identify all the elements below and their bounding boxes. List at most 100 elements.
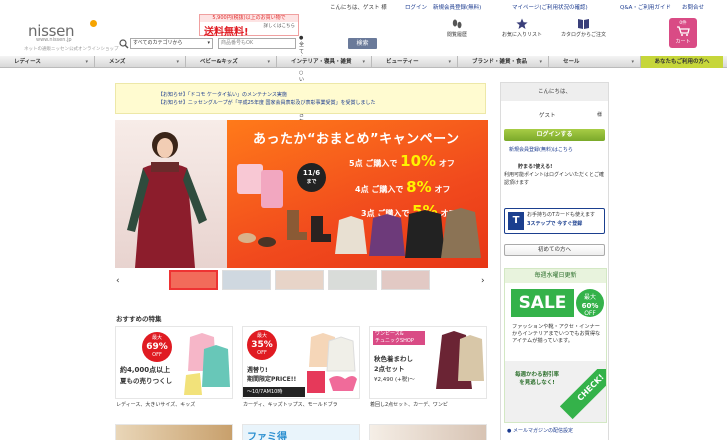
nav-brand[interactable]: ブランド・雑貨・食品	[458, 56, 549, 68]
logo-domain: www.nissen.jp	[36, 37, 72, 43]
nav-beginner-guide[interactable]: あなたもご利用の方へ	[641, 56, 723, 68]
feature-card-4[interactable]	[115, 424, 233, 440]
sale-bottom-text: 毎週かわる割引率を見逃しなく!	[514, 372, 559, 386]
category-nav: レディース メンズ ベビー&キッズ インテリア・寝具・雑貨 ビューティー ブラン…	[0, 56, 727, 68]
feature-card-3[interactable]: ワンピース& チュニックSHOP 秋色着まわし 2点セット ¥2,490 (+税…	[369, 326, 487, 399]
carousel-thumbnails	[115, 270, 488, 290]
check-ribbon: CHECK!	[560, 369, 606, 421]
badge-top: ワンピース&	[375, 331, 404, 337]
badge-off: OFF	[152, 352, 162, 358]
sidebar-register-link[interactable]: 新規会員登録(無料)はこちら	[509, 146, 573, 153]
beginner-guide-button[interactable]: 初めての方へ	[504, 244, 605, 256]
nav-sale[interactable]: セール	[549, 56, 641, 68]
card-clothes-illustration	[436, 331, 484, 389]
discount-badge: 最大 35% OFF	[247, 330, 277, 360]
logo[interactable]: nissen www.nissen.jp ネットの通販ニッセン公式オンラインショ…	[24, 20, 119, 52]
feature-card-1[interactable]: 最大 69% OFF 約4,000点以上 夏もの売りつくし	[115, 326, 233, 399]
card-text-1: 秋色着まわし	[374, 355, 413, 363]
free-shipping-banner[interactable]: 5,900円(税抜)以上のお買い物で 送料無料! 詳しくはこちら	[199, 14, 299, 38]
history-label: 閲覧履歴	[447, 32, 468, 38]
shop-badge: ワンピース& チュニックSHOP	[373, 331, 425, 345]
nav-baby-kids[interactable]: ベビー&キッズ	[186, 56, 277, 68]
sale-bottom-panel: 毎週かわる割引率を見逃しなく! CHECK!	[505, 361, 606, 422]
history-link[interactable]: 閲覧履歴	[447, 18, 467, 38]
mail-magazine-link[interactable]: ● メールマガジンの配信設定	[507, 427, 573, 434]
sidebar-greeting: こんにちは、	[501, 83, 608, 101]
notice-line-2[interactable]: 【お知らせ】ニッセングループが「平成25年度 国家会員表彰及び表彰事業受賞」を受…	[158, 99, 485, 107]
card-text-3: ¥2,490 (+税)〜	[374, 377, 415, 383]
badge-top: 最大	[151, 335, 162, 341]
tpoint-line-2: 3ステップで 今すぐ登録	[527, 221, 583, 227]
feature-card-6[interactable]	[369, 424, 487, 440]
cart-icon	[677, 26, 690, 36]
card-text-2: 夏もの売りつくし	[120, 377, 173, 385]
badge-top: 最大	[256, 333, 267, 339]
hero-model-photo	[115, 120, 227, 268]
qa-link[interactable]: Q&A・ご利用ガイド	[620, 3, 671, 11]
feature-card-2[interactable]: 最大 35% OFF 週替り! 期間限定PRICE!! 〜10/7AM10時	[242, 326, 360, 399]
card-text-1: 週替り!	[247, 367, 268, 374]
cart-button[interactable]: 0件 カート	[669, 18, 697, 48]
card-text-1: 約4,000点以上	[120, 366, 171, 374]
nav-interior[interactable]: インテリア・寝具・雑貨	[277, 56, 372, 68]
category-select[interactable]: すべてのカテゴリから	[130, 38, 213, 49]
weekly-update-label: 毎週水曜日更新	[505, 269, 606, 283]
tpoint-line-1: お手持ちのTカードも使えます	[527, 212, 596, 218]
card-text-3: 〜10/7AM10時	[243, 387, 305, 397]
model-illustration	[127, 132, 207, 268]
carousel-thumb[interactable]	[328, 270, 377, 290]
logo-dot	[90, 20, 97, 27]
tpoint-banner[interactable]: T お手持ちのTカードも使えます 3ステップで 今すぐ登録	[504, 208, 605, 234]
feature-card-5[interactable]: ファミ得	[242, 424, 360, 440]
nav-ladies[interactable]: レディース	[0, 56, 95, 68]
check-label: CHECK!	[560, 369, 606, 420]
badge-pct: 69%	[146, 342, 168, 352]
catalog-order-link[interactable]: カタログからご注文	[561, 18, 606, 38]
carousel-thumb[interactable]	[381, 270, 430, 290]
hero-campaign-panel: あったか“おまとめ”キャンペーン 5点 ご購入で 10% オフ 4点 ご購入で …	[227, 120, 488, 268]
mail-magazine-label: メールマガジンの配信設定	[512, 428, 573, 434]
contact-link[interactable]: お問合せ	[682, 3, 704, 11]
register-link[interactable]: 新規会員登録(無料)	[433, 3, 481, 11]
footprints-icon	[452, 19, 462, 29]
sidebar-guest: ゲスト	[539, 113, 556, 119]
badge-off: OFF	[257, 350, 267, 356]
card-caption-3[interactable]: 着回し2点セット、カーデ、ワンピ	[370, 401, 448, 408]
sale-off-label: OFF	[584, 310, 596, 317]
card-clothes-illustration	[184, 333, 230, 395]
card-text-2: 期間限定PRICE!!	[247, 376, 297, 383]
nav-beauty[interactable]: ビューティー	[372, 56, 458, 68]
search-icon	[119, 39, 129, 49]
mypage-link[interactable]: マイページ(ご利用状況の確認)	[512, 3, 588, 11]
sale-off-pct: 60%	[581, 302, 599, 310]
login-link[interactable]: ログイン	[405, 3, 427, 11]
points-box: 貯まる!使える! 利用可能ポイントはログインいただくとご確認頂けます	[504, 163, 605, 203]
card-caption-2[interactable]: カーディ、キッズトップス、モールドブラ	[243, 401, 338, 408]
carousel-thumb[interactable]	[275, 270, 324, 290]
favorites-label: お気に入りリスト	[502, 32, 543, 38]
sidebar: こんにちは、 ゲスト 様 ログインする 新規会員登録(無料)はこちら 貯まる!使…	[500, 82, 609, 440]
sidebar-login-button[interactable]: ログインする	[504, 129, 605, 141]
logo-tagline: ネットの通販ニッセン公式オンラインショップ	[24, 47, 119, 52]
hero-banner[interactable]: あったか“おまとめ”キャンペーン 5点 ご購入で 10% オフ 4点 ご購入で …	[115, 120, 488, 268]
discount-badge: 最大 69% OFF	[142, 332, 172, 362]
catalog-icon	[578, 19, 589, 29]
notice-line-1[interactable]: 【お知らせ】「ドコモ ケータイ払い」のメンテナンス実施	[158, 91, 485, 99]
carousel-thumb[interactable]	[222, 270, 271, 290]
shipping-free-text: 送料無料!	[204, 27, 249, 38]
carousel-thumb[interactable]	[169, 270, 218, 290]
search-input[interactable]: 商品番号もOK	[218, 38, 296, 49]
sidebar-honorific: 様	[597, 112, 603, 118]
search-button[interactable]: 検索	[348, 38, 377, 49]
weekly-sale-banner[interactable]: 毎週水曜日更新 SALE 最大 60% OFF ファッションや靴・アクセ・インナ…	[504, 268, 607, 423]
favorites-link[interactable]: お気に入りリスト	[502, 18, 542, 38]
top-utility-bar: こんにちは、ゲスト 様 ログイン 新規会員登録(無料) マイページ(ご利用状況の…	[330, 3, 723, 12]
sale-description: ファッションや靴・アクセ・インナーからインテリアまでいつでもお買得なアイテムが揃…	[512, 324, 601, 344]
catalog-label: カタログからご注文	[561, 32, 607, 38]
recommend-heading: おすすめの特集	[116, 315, 162, 323]
card-caption-1[interactable]: レディース、大きいサイズ、キッズ	[116, 401, 195, 408]
points-title: 貯まる!使える!	[518, 164, 553, 170]
sale-title: SALE	[511, 289, 574, 317]
badge-pct: 35%	[251, 340, 273, 350]
nav-mens[interactable]: メンズ	[95, 56, 186, 68]
